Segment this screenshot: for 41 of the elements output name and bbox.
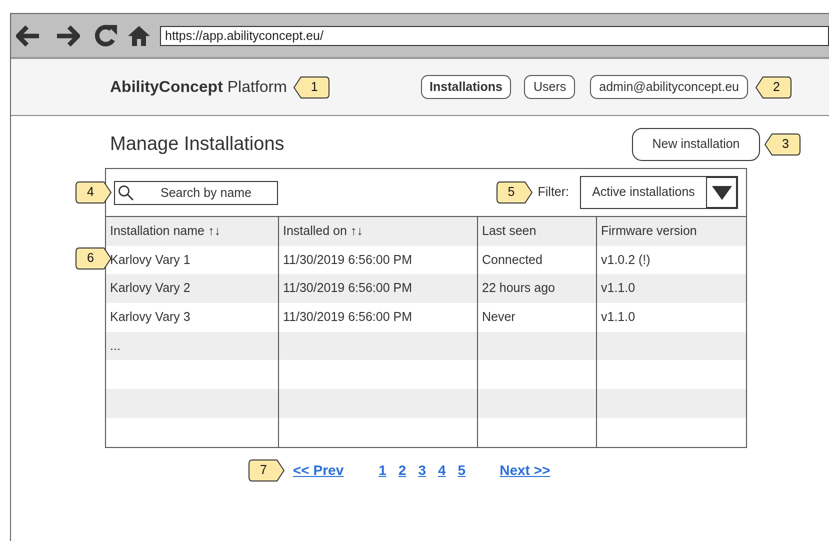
page-link[interactable]: 4 <box>438 460 446 480</box>
next-link[interactable]: Next >> <box>500 460 550 480</box>
table-cell-text: Karlovy Vary 1 <box>109 252 192 269</box>
table-cell: ... <box>106 332 278 360</box>
account-button[interactable]: admin@abilityconcept.eu <box>590 75 748 99</box>
page-link[interactable]: 3 <box>418 460 426 480</box>
column-header[interactable]: Last seen <box>477 217 596 246</box>
page-title: Manage Installations <box>110 132 284 156</box>
callout-marker: 2 <box>755 76 792 98</box>
dropdown-arrow-icon[interactable] <box>712 186 732 200</box>
callout-marker: 3 <box>764 133 801 156</box>
column-header[interactable]: Installed on ↑↓ <box>278 217 477 246</box>
new-installation-button[interactable]: New installation <box>632 128 760 161</box>
callout-marker: 6 <box>75 247 112 270</box>
page-link[interactable]: 5 <box>458 460 466 480</box>
back-arrow-icon[interactable] <box>16 24 40 46</box>
filter-label: Filter: <box>538 184 569 202</box>
search-field[interactable]: Search by name <box>114 180 278 204</box>
nav-tab[interactable]: Users <box>524 75 576 99</box>
home-icon[interactable] <box>128 24 150 46</box>
table-cell-text: Karlovy Vary 3 <box>109 309 192 326</box>
table-cell: 22 hours ago <box>477 274 596 304</box>
brand-title: AbilityConcept Platform <box>110 77 287 98</box>
prev-link[interactable]: << Prev <box>293 460 344 480</box>
search-icon <box>118 184 134 200</box>
forward-arrow-icon[interactable] <box>56 24 80 46</box>
address-bar[interactable]: https://app.abilityconcept.eu/ <box>160 26 829 46</box>
nav-tab[interactable]: Installations <box>420 75 512 99</box>
page-link[interactable]: 2 <box>398 460 406 480</box>
callout-marker: 1 <box>292 76 330 98</box>
refresh-icon[interactable] <box>94 24 118 48</box>
filter-dropdown[interactable]: Active installations <box>580 176 738 209</box>
callout-marker: 4 <box>75 181 112 204</box>
table-cell: 11/30/2019 6:56:00 PM <box>278 274 477 304</box>
column-header[interactable]: Installation name ↑↓ <box>106 217 278 246</box>
callout-marker: 5 <box>496 181 533 204</box>
table-cell: Karlovy Vary 2 <box>106 274 278 304</box>
column-header[interactable]: Firmware version <box>596 217 746 246</box>
table-cell: v1.1.0 <box>596 274 746 304</box>
callout-marker: 7 <box>248 458 285 482</box>
page-link[interactable]: 1 <box>378 460 386 480</box>
